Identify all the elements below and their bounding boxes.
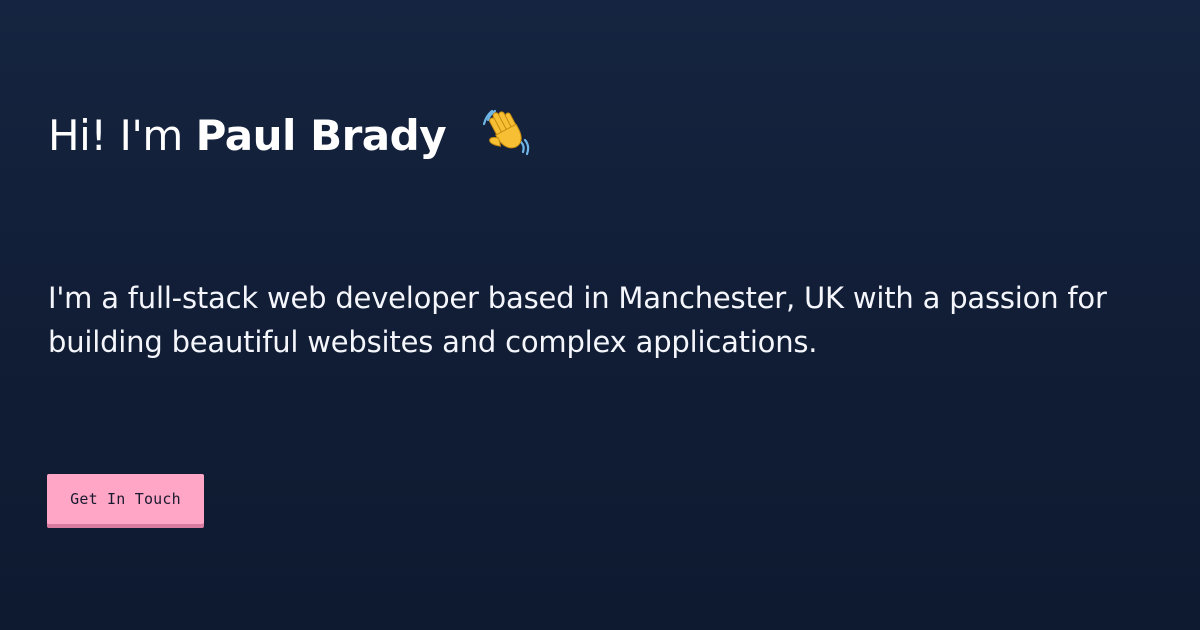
hero-section: Hi! I'm Paul Brady I'm a full-stack web … bbox=[47, 0, 1178, 630]
greeting-prefix: Hi! I'm bbox=[48, 111, 183, 160]
developer-name: Paul Brady bbox=[195, 111, 447, 160]
get-in-touch-button[interactable]: Get In Touch bbox=[47, 474, 204, 524]
waving-hand-icon bbox=[481, 106, 531, 156]
greeting-heading: Hi! I'm Paul Brady bbox=[48, 106, 531, 166]
intro-paragraph: I'm a full-stack web developer based in … bbox=[48, 281, 1107, 359]
